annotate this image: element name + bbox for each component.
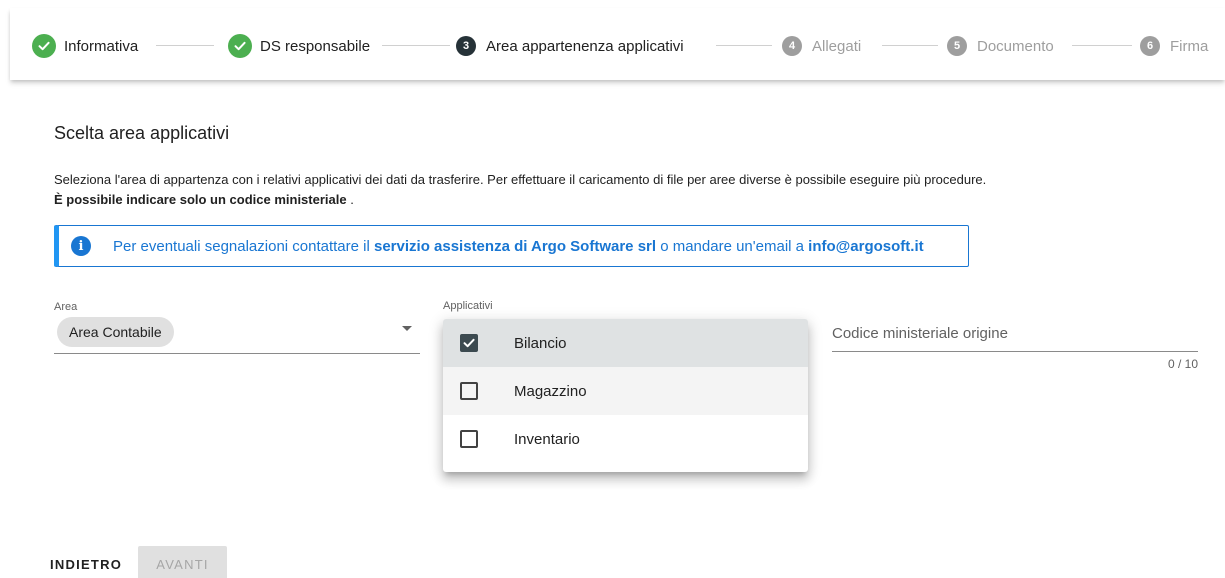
character-counter: 0 / 10 xyxy=(1167,357,1198,371)
step-informativa[interactable]: Informativa xyxy=(32,34,138,58)
applicativi-label: Applicativi xyxy=(443,300,493,312)
area-chip: Area Contabile xyxy=(57,317,174,347)
info-icon: i xyxy=(71,236,91,256)
step-number-badge: 4 xyxy=(782,36,802,56)
menu-item-label: Magazzino xyxy=(514,382,587,400)
alert-message: Per eventuali segnalazioni contattare il… xyxy=(113,238,924,255)
area-select[interactable]: Area Contabile xyxy=(54,316,420,354)
support-email-link[interactable]: info@argosoft.it xyxy=(808,238,923,255)
description-text: Seleziona l'area di appartenza con i rel… xyxy=(54,172,987,187)
step-documento[interactable]: 5 Documento xyxy=(945,34,1054,58)
chevron-down-icon[interactable] xyxy=(402,326,412,331)
step-label: Documento xyxy=(977,37,1054,55)
step-ds-responsabile[interactable]: DS responsabile xyxy=(228,34,370,58)
step-divider xyxy=(1072,45,1132,46)
applicativi-menu: Bilancio Magazzino Inventario xyxy=(443,319,808,472)
codice-ministeriale-field[interactable]: Codice ministeriale origine xyxy=(832,316,1198,352)
support-service-link[interactable]: servizio assistenza di Argo Software srl xyxy=(374,238,656,255)
step-divider xyxy=(882,45,938,46)
step-number-badge: 3 xyxy=(456,36,476,56)
step-label: Allegati xyxy=(812,37,862,55)
page-title: Scelta area applicativi xyxy=(54,123,230,143)
alert-text: o mandare un'email a xyxy=(656,237,809,255)
page-description: Seleziona l'area di appartenza con i rel… xyxy=(54,170,1204,210)
step-divider xyxy=(716,45,772,46)
checkbox-checked-icon[interactable] xyxy=(460,334,478,352)
step-divider xyxy=(382,45,450,46)
step-divider xyxy=(156,45,214,46)
menu-item-magazzino[interactable]: Magazzino xyxy=(443,367,808,415)
check-circle-icon xyxy=(228,34,252,58)
next-button[interactable]: AVANTI xyxy=(138,546,227,578)
description-note-bold: È possibile indicare solo un codice mini… xyxy=(54,192,347,207)
checkbox-unchecked-icon[interactable] xyxy=(460,430,478,448)
menu-item-label: Inventario xyxy=(514,430,580,448)
step-area-applicativi[interactable]: 3 Area appartenenza applicativi xyxy=(454,34,684,58)
menu-item-bilancio[interactable]: Bilancio xyxy=(443,319,808,367)
back-button[interactable]: INDIETRO xyxy=(34,546,138,578)
menu-item-label: Bilancio xyxy=(514,334,567,352)
step-label: Informativa xyxy=(64,37,139,55)
info-alert: i Per eventuali segnalazioni contattare … xyxy=(54,225,969,267)
step-label: Area appartenenza applicativi xyxy=(486,37,684,55)
check-circle-icon xyxy=(32,34,56,58)
step-number-badge: 5 xyxy=(947,36,967,56)
step-label: Firma xyxy=(1170,37,1209,55)
description-note-tail: . xyxy=(346,192,354,207)
step-firma[interactable]: 6 Firma xyxy=(1138,34,1208,58)
alert-text: Per eventuali segnalazioni contattare il xyxy=(113,237,374,255)
step-number-badge: 6 xyxy=(1140,36,1160,56)
stepper: Informativa DS responsabile 3 Area appar… xyxy=(10,8,1225,80)
area-label: Area xyxy=(54,301,78,313)
codice-placeholder: Codice ministeriale origine xyxy=(832,325,1008,342)
step-label: DS responsabile xyxy=(260,37,371,55)
checkbox-unchecked-icon[interactable] xyxy=(460,382,478,400)
menu-item-inventario[interactable]: Inventario xyxy=(443,415,808,463)
step-allegati[interactable]: 4 Allegati xyxy=(780,34,861,58)
